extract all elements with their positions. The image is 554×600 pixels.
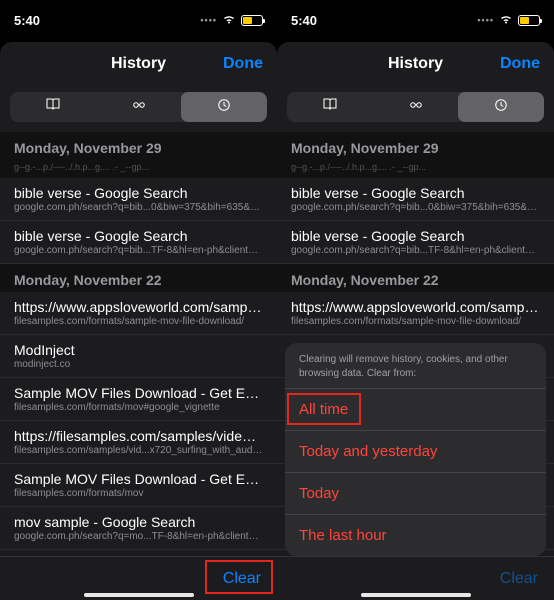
history-sheet: History Done Monday, November 29 g--g.-.… <box>277 42 554 600</box>
history-sheet: History Done Monday, November 29 g--g.-.… <box>0 42 277 600</box>
list-item[interactable]: ModInject modinject.co <box>0 335 277 378</box>
row-sub: google.com.ph/search?q=bib...0&biw=375&b… <box>291 202 540 213</box>
clear-action-sheet: Clearing will remove history, cookies, a… <box>285 343 546 556</box>
status-bar: 5:40 •••• <box>277 0 554 40</box>
row-title: Sample MOV Files Download - Get Exampl..… <box>14 471 263 487</box>
row-title: bible verse - Google Search <box>14 228 263 244</box>
list-item[interactable]: mov sample - Google Search google.com.ph… <box>0 507 277 550</box>
row-sub: google.com.ph/search?q=mo...TF-8&hl=en-p… <box>14 531 263 542</box>
row-title: bible verse - Google Search <box>14 185 263 201</box>
segmented-control[interactable] <box>287 92 544 122</box>
wifi-icon <box>222 13 236 28</box>
seg-bookmarks[interactable] <box>10 92 96 122</box>
section-header: Monday, November 22 <box>0 264 277 292</box>
status-bar: 5:40 •••• <box>0 0 277 40</box>
list-item[interactable]: https://filesamples.com/samples/video/mo… <box>0 421 277 464</box>
sheet-header: History Done <box>0 42 277 86</box>
row-sub: filesamples.com/formats/sample-mov-file-… <box>291 316 540 327</box>
screen-left: 5:40 •••• History Done Monday, Novem <box>0 0 277 600</box>
list-item[interactable]: Sample MOV Files Download - Get Exampl..… <box>0 464 277 507</box>
row-sub: filesamples.com/formats/sample-mov-file-… <box>14 316 263 327</box>
list-item[interactable]: bible verse - Google Search google.com.p… <box>0 221 277 264</box>
book-icon <box>44 96 62 119</box>
list-item[interactable]: bible verse - Google Search google.com.p… <box>277 178 554 221</box>
status-right: •••• <box>200 13 263 28</box>
action-today[interactable]: Today <box>285 473 546 515</box>
status-time: 5:40 <box>291 13 317 28</box>
sheet-header: History Done <box>277 42 554 86</box>
row-sub: google.com.ph/search?q=bib...TF-8&hl=en-… <box>291 245 540 256</box>
list-item[interactable]: bible verse - Google Search google.com.p… <box>0 178 277 221</box>
seg-readinglist[interactable] <box>373 92 459 122</box>
cellular-icon: •••• <box>477 15 494 25</box>
row-title: bible verse - Google Search <box>291 228 540 244</box>
list-item[interactable]: Sample MOV Files Download - Get Exampl..… <box>0 378 277 421</box>
clear-button[interactable]: Clear <box>223 570 261 588</box>
list-item[interactable]: g--g.-...p./----../.h.p...g.... .- _--gp… <box>0 160 277 178</box>
action-today-yesterday[interactable]: Today and yesterday <box>285 431 546 473</box>
section-header: Monday, November 22 <box>277 264 554 292</box>
row-title: https://www.appsloveworld.com/sample-m..… <box>14 299 263 315</box>
row-title: https://filesamples.com/samples/video/mo… <box>14 428 263 444</box>
status-time: 5:40 <box>14 13 40 28</box>
clock-icon <box>215 96 233 119</box>
seg-readinglist[interactable] <box>96 92 182 122</box>
home-indicator[interactable] <box>84 593 194 597</box>
history-list[interactable]: Monday, November 29 g--g.-...p./----../.… <box>0 132 277 600</box>
section-header: Monday, November 29 <box>0 132 277 160</box>
seg-history[interactable] <box>181 92 267 122</box>
battery-icon <box>518 15 540 26</box>
clock-icon <box>492 96 510 119</box>
row-sub: filesamples.com/formats/mov <box>14 488 263 499</box>
list-item[interactable]: bible verse - Google Search google.com.p… <box>277 221 554 264</box>
home-indicator[interactable] <box>361 593 471 597</box>
seg-history[interactable] <box>458 92 544 122</box>
row-sub: filesamples.com/formats/mov#google_vigne… <box>14 402 263 413</box>
list-item[interactable]: https://www.appsloveworld.com/sample-m..… <box>0 292 277 335</box>
glasses-icon <box>130 96 148 119</box>
section-header: Monday, November 29 <box>277 132 554 160</box>
done-button[interactable]: Done <box>500 55 540 73</box>
action-last-hour[interactable]: The last hour <box>285 515 546 556</box>
row-title: https://www.appsloveworld.com/sample-m..… <box>291 299 540 315</box>
status-right: •••• <box>477 13 540 28</box>
list-item[interactable]: g--g.-...p./----../.h.p...g.... .- _--gp… <box>277 160 554 178</box>
done-button[interactable]: Done <box>223 55 263 73</box>
seg-bookmarks[interactable] <box>287 92 373 122</box>
book-icon <box>321 96 339 119</box>
action-sheet-description: Clearing will remove history, cookies, a… <box>285 343 546 389</box>
row-sub: google.com.ph/search?q=bib...TF-8&hl=en-… <box>14 245 263 256</box>
row-sub: filesamples.com/samples/vid...x720_surfi… <box>14 445 263 456</box>
row-title: Sample MOV Files Download - Get Exampl..… <box>14 385 263 401</box>
cellular-icon: •••• <box>200 15 217 25</box>
page-title: History <box>111 55 166 73</box>
row-title: bible verse - Google Search <box>291 185 540 201</box>
clear-button[interactable]: Clear <box>500 570 538 588</box>
battery-icon <box>241 15 263 26</box>
row-sub: google.com.ph/search?q=bib...0&biw=375&b… <box>14 202 263 213</box>
segmented-control[interactable] <box>10 92 267 122</box>
action-all-time[interactable]: All time <box>285 389 546 431</box>
glasses-icon <box>407 96 425 119</box>
row-title: ModInject <box>14 342 263 358</box>
wifi-icon <box>499 13 513 28</box>
row-sub: modinject.co <box>14 359 263 370</box>
page-title: History <box>388 55 443 73</box>
list-item[interactable]: https://www.appsloveworld.com/sample-m..… <box>277 292 554 335</box>
row-title: mov sample - Google Search <box>14 514 263 530</box>
screen-right: 5:40 •••• History Done Monday, Novem <box>277 0 554 600</box>
